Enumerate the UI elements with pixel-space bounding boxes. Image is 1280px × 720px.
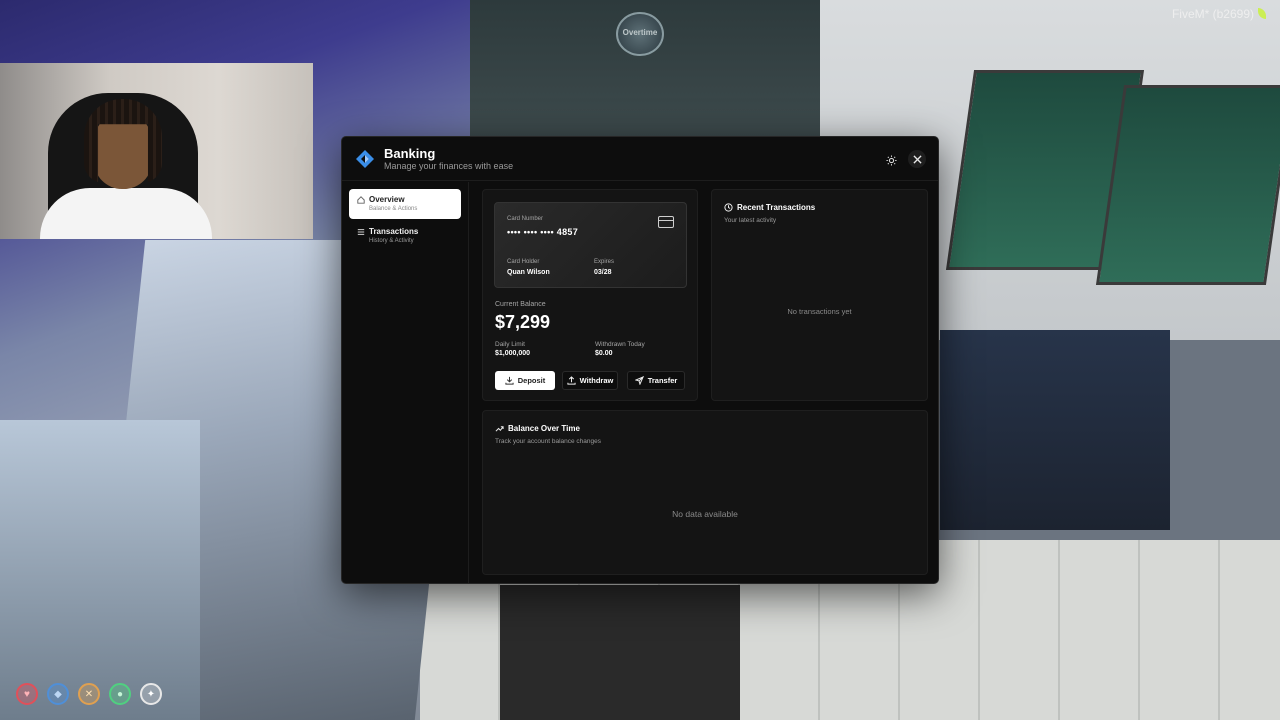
card-holder-name: Quan Wilson: [507, 269, 550, 276]
stamina-icon: ✦: [140, 683, 162, 705]
card-holder-label: Card Holder: [507, 259, 540, 265]
leaf-icon: [1258, 8, 1266, 19]
logo-icon: [356, 150, 374, 168]
modal-subtitle: Manage your finances with ease: [384, 161, 514, 171]
download-icon: [505, 376, 514, 385]
credit-card-icon: [658, 216, 674, 228]
sidebar-item-overview[interactable]: Overview Balance & Actions: [349, 189, 461, 219]
daily-limit-label: Daily Limit: [495, 341, 525, 348]
balance-chart-panel: Balance Over Time Track your account bal…: [482, 410, 928, 575]
server-logo: Overtime: [616, 12, 664, 56]
transactions-empty-state: No transactions yet: [787, 307, 852, 316]
close-button[interactable]: [908, 150, 926, 168]
list-icon: [357, 229, 365, 235]
armor-icon: ◆: [47, 683, 69, 705]
send-icon: [634, 376, 644, 385]
transfer-button-label: Transfer: [647, 376, 678, 385]
balance-value: $7,299: [495, 312, 551, 332]
withdraw-button-label: Withdraw: [579, 376, 614, 385]
beer-boxes: [940, 330, 1170, 530]
chart-empty-state: No data available: [672, 509, 738, 519]
daily-limit-value: $1,000,000: [495, 350, 531, 357]
transfer-button[interactable]: Transfer: [627, 371, 685, 390]
withdrawn-today-label: Withdrawn Today: [595, 341, 645, 348]
balance-chart-title: Balance Over Time: [495, 424, 580, 433]
webcam-overlay: [0, 63, 313, 239]
store-sign: [1095, 85, 1280, 285]
card-number-label: Card Number: [507, 216, 544, 222]
card-expires-label: Expires: [594, 259, 615, 265]
modal-header: Banking Manage your finances with ease: [342, 137, 938, 181]
upload-icon: [567, 376, 576, 385]
deposit-button-label: Deposit: [517, 376, 546, 385]
sidebar-item-label: Transactions: [369, 227, 419, 236]
sidebar-item-sublabel: Balance & Actions: [369, 206, 418, 212]
client-version-tag: FiveM* (b2699): [1172, 7, 1266, 21]
sidebar-item-transactions[interactable]: Transactions History & Activity: [349, 221, 461, 251]
sun-icon: [885, 154, 897, 166]
recent-transactions-title: Recent Transactions: [724, 203, 815, 212]
modal-title: Banking: [384, 146, 436, 161]
theme-toggle-button[interactable]: [883, 152, 899, 168]
player-status-hud: ♥ ◆ ✕ ● ✦: [16, 683, 162, 705]
sidebar: Overview Balance & Actions Transactions …: [342, 182, 469, 583]
banking-modal: Banking Manage your finances with ease O…: [341, 136, 939, 584]
account-overview-panel: Card Number •••• •••• •••• 4857 Card Hol…: [482, 189, 698, 401]
withdrawn-today-value: $0.00: [595, 350, 613, 357]
balance-chart-subtitle: Track your account balance changes: [495, 438, 601, 445]
health-icon: ♥: [16, 683, 38, 705]
close-icon: [912, 154, 922, 164]
card-number: •••• •••• •••• 4857: [507, 227, 579, 237]
clock-icon: [724, 203, 733, 212]
thirst-icon: ●: [109, 683, 131, 705]
deposit-button[interactable]: Deposit: [495, 371, 555, 390]
trending-up-icon: [495, 426, 504, 432]
sidebar-item-label: Overview: [369, 195, 405, 204]
card-expires-value: 03/28: [594, 269, 612, 276]
recent-transactions-panel: Recent Transactions Your latest activity…: [711, 189, 928, 401]
hunger-icon: ✕: [78, 683, 100, 705]
withdraw-button[interactable]: Withdraw: [562, 371, 618, 390]
bank-card: Card Number •••• •••• •••• 4857 Card Hol…: [494, 202, 687, 288]
sidebar-item-sublabel: History & Activity: [369, 238, 414, 244]
balance-label: Current Balance: [495, 301, 546, 308]
home-icon: [357, 196, 365, 204]
recent-transactions-subtitle: Your latest activity: [724, 217, 777, 224]
